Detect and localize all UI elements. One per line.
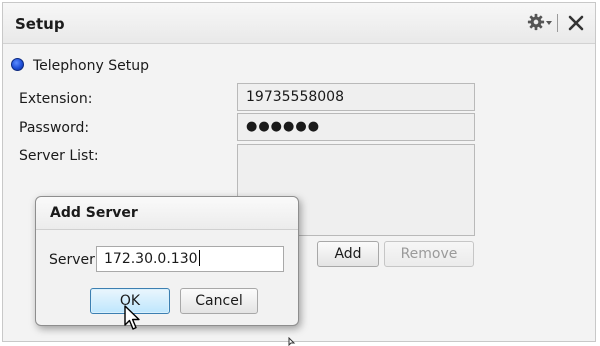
telephony-radio-indicator[interactable] (11, 58, 24, 71)
cancel-button[interactable]: Cancel (180, 288, 258, 314)
server-input[interactable]: 172.30.0.130 (96, 246, 284, 272)
dialog-title: Add Server (50, 205, 138, 221)
mouse-cursor-icon (124, 305, 140, 330)
add-server-dialog: Add Server Server 172.30.0.130 OK Cancel (35, 196, 299, 326)
screen: Setup Telephony Setup Extension: 1973555… (0, 0, 600, 346)
section-label: Telephony Setup (33, 58, 149, 74)
title-bar: Setup (3, 3, 595, 44)
extension-label: Extension: (19, 91, 93, 107)
mouse-cursor-icon (288, 337, 296, 346)
remove-button[interactable]: Remove (384, 241, 474, 267)
window-title: Setup (15, 15, 65, 33)
extension-field[interactable]: 19735558008 (237, 83, 475, 111)
text-caret (198, 250, 200, 266)
chevron-down-icon[interactable] (546, 21, 552, 25)
title-divider (557, 14, 558, 32)
server-label: Server (49, 252, 95, 268)
password-field[interactable]: ●●●●●● (237, 113, 475, 141)
server-input-value: 172.30.0.130 (104, 251, 198, 267)
server-list-label: Server List: (19, 148, 99, 164)
add-button[interactable]: Add (317, 241, 379, 267)
close-icon[interactable] (567, 14, 585, 32)
password-label: Password: (19, 120, 90, 136)
dialog-title-bar: Add Server (36, 197, 298, 230)
gear-icon[interactable] (527, 13, 545, 31)
